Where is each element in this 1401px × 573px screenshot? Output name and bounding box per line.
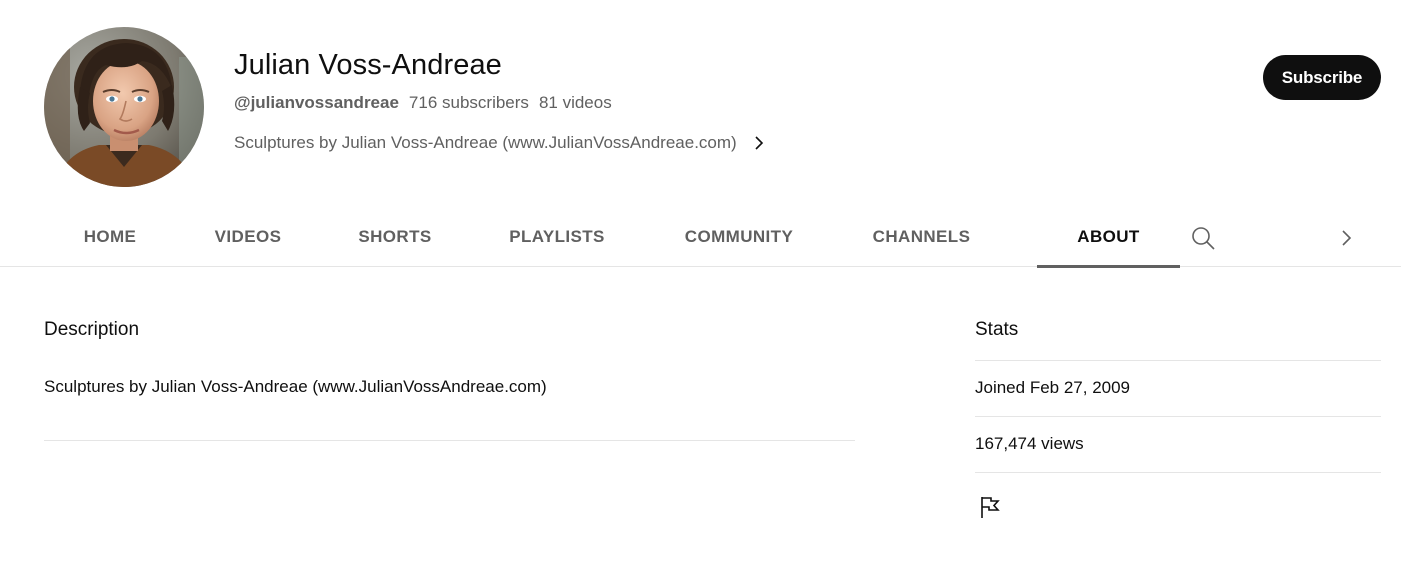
video-count: 81 videos bbox=[538, 93, 612, 112]
subscribe-button[interactable]: Subscribe bbox=[1263, 55, 1381, 100]
stats-divider bbox=[975, 360, 1381, 361]
channel-handle: @julianvossandreae bbox=[234, 93, 399, 112]
tab-playlists[interactable]: PLAYLISTS bbox=[490, 207, 624, 267]
chevron-right-icon[interactable] bbox=[1336, 228, 1356, 248]
tab-home[interactable]: HOME bbox=[64, 207, 156, 267]
channel-avatar[interactable] bbox=[44, 27, 204, 187]
channel-name: Julian Voss-Andreae bbox=[234, 49, 502, 81]
description-divider bbox=[44, 440, 855, 441]
chevron-right-icon bbox=[755, 136, 763, 150]
view-count: 167,474 views bbox=[975, 434, 1084, 453]
stats-divider bbox=[975, 416, 1381, 417]
tab-videos[interactable]: VIDEOS bbox=[196, 207, 300, 267]
channel-tagline-link[interactable]: Sculptures by Julian Voss-Andreae (www.J… bbox=[234, 131, 767, 155]
tab-about[interactable]: ABOUT bbox=[1037, 207, 1180, 268]
tab-shorts[interactable]: SHORTS bbox=[340, 207, 450, 267]
description-heading: Description bbox=[44, 319, 140, 340]
flag-icon[interactable] bbox=[978, 495, 1002, 519]
description-text: Sculptures by Julian Voss-Andreae (www.J… bbox=[44, 377, 547, 396]
channel-tagline: Sculptures by Julian Voss-Andreae (www.J… bbox=[234, 133, 737, 152]
subscriber-count: 716 subscribers bbox=[408, 93, 529, 112]
channel-tabs: HOME VIDEOS SHORTS PLAYLISTS COMMUNITY C… bbox=[0, 207, 1401, 268]
channel-meta: @julianvossandreae 716 subscribers 81 vi… bbox=[234, 92, 612, 114]
stats-divider bbox=[975, 472, 1381, 473]
search-icon[interactable] bbox=[1190, 225, 1216, 251]
joined-date: Joined Feb 27, 2009 bbox=[975, 378, 1131, 397]
tab-channels[interactable]: CHANNELS bbox=[854, 207, 989, 267]
tab-community[interactable]: COMMUNITY bbox=[664, 207, 814, 267]
stats-heading: Stats bbox=[975, 319, 1019, 340]
